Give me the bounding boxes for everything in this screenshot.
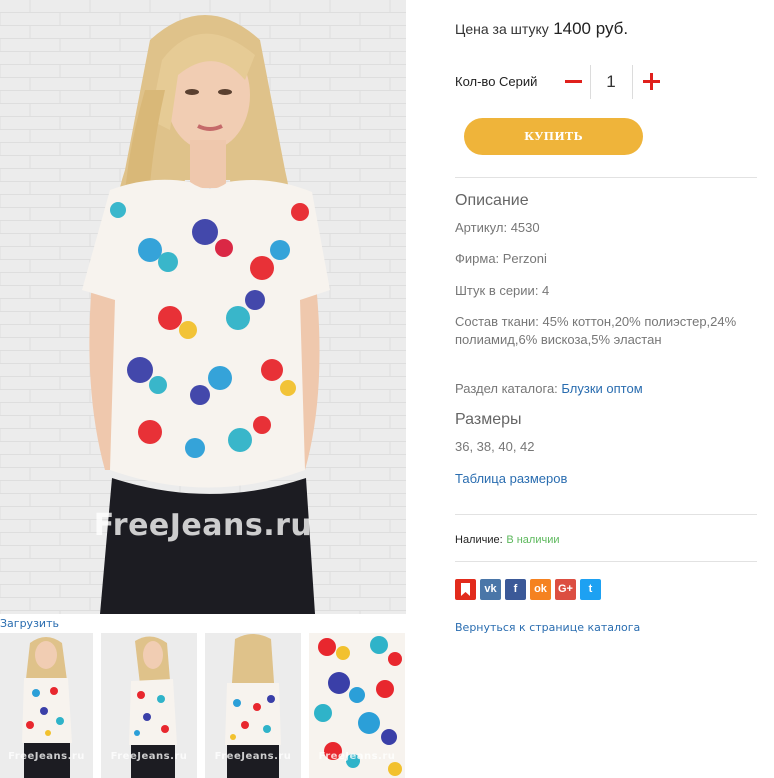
catalog-section: Раздел каталога: Блузки оптом — [455, 381, 643, 396]
quantity-divider — [632, 65, 633, 99]
brand: Фирма: Perzoni — [455, 251, 547, 266]
buy-button[interactable]: КУПИТЬ — [464, 118, 643, 155]
thumbnail-watermark: FreeJeans.ru — [110, 751, 188, 762]
back-to-catalog-link[interactable]: Вернуться к странице каталога — [455, 621, 640, 634]
thumbnail-fabric[interactable]: FreeJeans.ru — [309, 633, 405, 778]
divider — [455, 177, 757, 178]
vk-icon[interactable]: vk — [480, 579, 501, 600]
quantity-decrease-button[interactable] — [557, 65, 587, 99]
facebook-icon[interactable]: f — [505, 579, 526, 600]
upload-link[interactable]: Загрузить — [0, 617, 59, 630]
main-product-photo[interactable]: FreeJeans.ru — [0, 0, 406, 614]
photo-watermark: FreeJeans.ru — [93, 508, 313, 543]
fabric-composition: Состав ткани: 45% коттон,20% полиэстер,2… — [455, 314, 737, 347]
description-title: Описание — [455, 192, 529, 209]
divider — [455, 514, 757, 515]
thumbnail-watermark: FreeJeans.ru — [8, 751, 85, 762]
thumbnail-watermark: FreeJeans.ru — [214, 751, 292, 762]
bookmark-icon[interactable] — [455, 579, 476, 600]
availability-label: Наличие: — [455, 534, 503, 546]
quantity-input[interactable] — [591, 67, 631, 97]
availability: Наличие: В наличии — [455, 531, 559, 546]
price-value: 1400 руб. — [553, 19, 629, 38]
sizes-list: 36, 38, 40, 42 — [455, 439, 535, 454]
quantity-label: Кол-во Серий — [455, 74, 538, 89]
size-chart-link[interactable]: Таблица размеров — [455, 471, 567, 486]
google-plus-icon[interactable]: G+ — [555, 579, 576, 600]
article-number: Артикул: 4530 — [455, 220, 540, 235]
divider — [455, 561, 757, 562]
catalog-section-label: Раздел каталога: — [455, 381, 558, 396]
odnoklassniki-icon[interactable]: ok — [530, 579, 551, 600]
sizes-title: Размеры — [455, 411, 522, 428]
pieces-per-series: Штук в серии: 4 — [455, 283, 550, 298]
twitter-icon[interactable]: t — [580, 579, 601, 600]
price-label: Цена за штуку — [455, 21, 549, 37]
price: Цена за штуку 1400 руб. — [455, 19, 628, 39]
quantity-selector: Кол-во Серий — [455, 65, 675, 99]
bookmark-glyph — [461, 583, 470, 596]
thumbnail-side[interactable]: FreeJeans.ru — [101, 633, 197, 778]
quantity-increase-button[interactable] — [636, 65, 666, 99]
catalog-section-link[interactable]: Блузки оптом — [561, 381, 642, 396]
thumbnail-watermark: FreeJeans.ru — [318, 751, 396, 762]
thumbnail-front[interactable]: FreeJeans.ru — [0, 633, 93, 778]
availability-status: В наличии — [506, 534, 560, 546]
thumbnail-strip: FreeJeans.ru FreeJeans.ru FreeJeans.ru F… — [0, 633, 406, 778]
thumbnail-back[interactable]: FreeJeans.ru — [205, 633, 301, 778]
